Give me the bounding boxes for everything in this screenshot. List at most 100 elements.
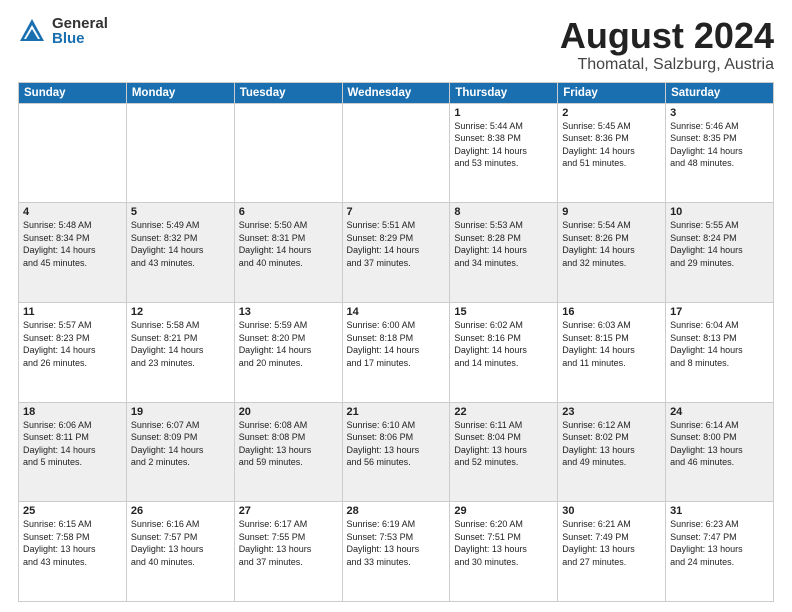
day-number: 16 [562, 306, 661, 318]
day-info: Sunrise: 6:20 AM Sunset: 7:51 PM Dayligh… [454, 518, 553, 568]
calendar-cell: 18Sunrise: 6:06 AM Sunset: 8:11 PM Dayli… [19, 402, 127, 502]
day-number: 8 [454, 206, 553, 218]
day-number: 23 [562, 406, 661, 418]
calendar-cell: 29Sunrise: 6:20 AM Sunset: 7:51 PM Dayli… [450, 502, 558, 602]
col-monday: Monday [126, 82, 234, 103]
calendar-cell: 23Sunrise: 6:12 AM Sunset: 8:02 PM Dayli… [558, 402, 666, 502]
calendar-cell: 4Sunrise: 5:48 AM Sunset: 8:34 PM Daylig… [19, 203, 127, 303]
day-number: 15 [454, 306, 553, 318]
calendar-cell: 2Sunrise: 5:45 AM Sunset: 8:36 PM Daylig… [558, 103, 666, 203]
day-info: Sunrise: 6:17 AM Sunset: 7:55 PM Dayligh… [239, 518, 338, 568]
day-number: 26 [131, 505, 230, 517]
col-sunday: Sunday [19, 82, 127, 103]
calendar-cell: 26Sunrise: 6:16 AM Sunset: 7:57 PM Dayli… [126, 502, 234, 602]
col-thursday: Thursday [450, 82, 558, 103]
day-number: 3 [670, 107, 769, 119]
calendar-row-3: 11Sunrise: 5:57 AM Sunset: 8:23 PM Dayli… [19, 302, 774, 402]
col-friday: Friday [558, 82, 666, 103]
day-info: Sunrise: 6:10 AM Sunset: 8:06 PM Dayligh… [347, 419, 446, 469]
logo-icon [18, 17, 46, 45]
day-info: Sunrise: 5:45 AM Sunset: 8:36 PM Dayligh… [562, 120, 661, 170]
day-number: 24 [670, 406, 769, 418]
calendar-cell: 24Sunrise: 6:14 AM Sunset: 8:00 PM Dayli… [666, 402, 774, 502]
day-number: 7 [347, 206, 446, 218]
calendar-table: Sunday Monday Tuesday Wednesday Thursday… [18, 82, 774, 602]
calendar-cell: 20Sunrise: 6:08 AM Sunset: 8:08 PM Dayli… [234, 402, 342, 502]
calendar-row-5: 25Sunrise: 6:15 AM Sunset: 7:58 PM Dayli… [19, 502, 774, 602]
day-number: 30 [562, 505, 661, 517]
day-info: Sunrise: 6:00 AM Sunset: 8:18 PM Dayligh… [347, 319, 446, 369]
day-number: 4 [23, 206, 122, 218]
calendar-cell: 27Sunrise: 6:17 AM Sunset: 7:55 PM Dayli… [234, 502, 342, 602]
calendar-cell [342, 103, 450, 203]
day-number: 9 [562, 206, 661, 218]
calendar-cell: 31Sunrise: 6:23 AM Sunset: 7:47 PM Dayli… [666, 502, 774, 602]
day-number: 17 [670, 306, 769, 318]
calendar-cell: 12Sunrise: 5:58 AM Sunset: 8:21 PM Dayli… [126, 302, 234, 402]
page: General Blue August 2024 Thomatal, Salzb… [0, 0, 792, 612]
day-info: Sunrise: 6:15 AM Sunset: 7:58 PM Dayligh… [23, 518, 122, 568]
logo-blue-label: Blue [52, 31, 108, 46]
header: General Blue August 2024 Thomatal, Salzb… [18, 16, 774, 74]
day-number: 1 [454, 107, 553, 119]
calendar-cell: 11Sunrise: 5:57 AM Sunset: 8:23 PM Dayli… [19, 302, 127, 402]
day-number: 14 [347, 306, 446, 318]
day-number: 29 [454, 505, 553, 517]
day-info: Sunrise: 5:53 AM Sunset: 8:28 PM Dayligh… [454, 219, 553, 269]
day-number: 5 [131, 206, 230, 218]
day-info: Sunrise: 5:54 AM Sunset: 8:26 PM Dayligh… [562, 219, 661, 269]
day-info: Sunrise: 6:04 AM Sunset: 8:13 PM Dayligh… [670, 319, 769, 369]
day-number: 10 [670, 206, 769, 218]
day-number: 6 [239, 206, 338, 218]
calendar-cell: 7Sunrise: 5:51 AM Sunset: 8:29 PM Daylig… [342, 203, 450, 303]
day-info: Sunrise: 6:08 AM Sunset: 8:08 PM Dayligh… [239, 419, 338, 469]
day-number: 28 [347, 505, 446, 517]
day-info: Sunrise: 5:44 AM Sunset: 8:38 PM Dayligh… [454, 120, 553, 170]
day-number: 31 [670, 505, 769, 517]
calendar-cell: 10Sunrise: 5:55 AM Sunset: 8:24 PM Dayli… [666, 203, 774, 303]
day-info: Sunrise: 5:49 AM Sunset: 8:32 PM Dayligh… [131, 219, 230, 269]
col-tuesday: Tuesday [234, 82, 342, 103]
day-number: 20 [239, 406, 338, 418]
location-title: Thomatal, Salzburg, Austria [560, 56, 774, 74]
day-number: 11 [23, 306, 122, 318]
calendar-row-1: 1Sunrise: 5:44 AM Sunset: 8:38 PM Daylig… [19, 103, 774, 203]
calendar-cell: 1Sunrise: 5:44 AM Sunset: 8:38 PM Daylig… [450, 103, 558, 203]
calendar-cell [19, 103, 127, 203]
day-info: Sunrise: 6:19 AM Sunset: 7:53 PM Dayligh… [347, 518, 446, 568]
calendar-cell [234, 103, 342, 203]
calendar-cell: 25Sunrise: 6:15 AM Sunset: 7:58 PM Dayli… [19, 502, 127, 602]
day-number: 12 [131, 306, 230, 318]
calendar-cell [126, 103, 234, 203]
calendar-cell: 5Sunrise: 5:49 AM Sunset: 8:32 PM Daylig… [126, 203, 234, 303]
calendar-cell: 14Sunrise: 6:00 AM Sunset: 8:18 PM Dayli… [342, 302, 450, 402]
title-block: August 2024 Thomatal, Salzburg, Austria [560, 16, 774, 74]
calendar-row-4: 18Sunrise: 6:06 AM Sunset: 8:11 PM Dayli… [19, 402, 774, 502]
day-info: Sunrise: 6:21 AM Sunset: 7:49 PM Dayligh… [562, 518, 661, 568]
calendar-cell: 28Sunrise: 6:19 AM Sunset: 7:53 PM Dayli… [342, 502, 450, 602]
day-info: Sunrise: 6:07 AM Sunset: 8:09 PM Dayligh… [131, 419, 230, 469]
col-saturday: Saturday [666, 82, 774, 103]
day-info: Sunrise: 6:16 AM Sunset: 7:57 PM Dayligh… [131, 518, 230, 568]
calendar-cell: 22Sunrise: 6:11 AM Sunset: 8:04 PM Dayli… [450, 402, 558, 502]
calendar-cell: 9Sunrise: 5:54 AM Sunset: 8:26 PM Daylig… [558, 203, 666, 303]
calendar-cell: 21Sunrise: 6:10 AM Sunset: 8:06 PM Dayli… [342, 402, 450, 502]
month-title: August 2024 [560, 16, 774, 56]
calendar-cell: 13Sunrise: 5:59 AM Sunset: 8:20 PM Dayli… [234, 302, 342, 402]
calendar-cell: 15Sunrise: 6:02 AM Sunset: 8:16 PM Dayli… [450, 302, 558, 402]
day-info: Sunrise: 6:12 AM Sunset: 8:02 PM Dayligh… [562, 419, 661, 469]
calendar-cell: 8Sunrise: 5:53 AM Sunset: 8:28 PM Daylig… [450, 203, 558, 303]
day-number: 19 [131, 406, 230, 418]
day-info: Sunrise: 6:23 AM Sunset: 7:47 PM Dayligh… [670, 518, 769, 568]
col-wednesday: Wednesday [342, 82, 450, 103]
day-info: Sunrise: 5:50 AM Sunset: 8:31 PM Dayligh… [239, 219, 338, 269]
day-info: Sunrise: 5:59 AM Sunset: 8:20 PM Dayligh… [239, 319, 338, 369]
calendar-cell: 30Sunrise: 6:21 AM Sunset: 7:49 PM Dayli… [558, 502, 666, 602]
calendar-row-2: 4Sunrise: 5:48 AM Sunset: 8:34 PM Daylig… [19, 203, 774, 303]
calendar-cell: 6Sunrise: 5:50 AM Sunset: 8:31 PM Daylig… [234, 203, 342, 303]
logo-general-label: General [52, 16, 108, 31]
day-info: Sunrise: 5:48 AM Sunset: 8:34 PM Dayligh… [23, 219, 122, 269]
day-info: Sunrise: 6:02 AM Sunset: 8:16 PM Dayligh… [454, 319, 553, 369]
day-info: Sunrise: 6:06 AM Sunset: 8:11 PM Dayligh… [23, 419, 122, 469]
day-info: Sunrise: 6:11 AM Sunset: 8:04 PM Dayligh… [454, 419, 553, 469]
